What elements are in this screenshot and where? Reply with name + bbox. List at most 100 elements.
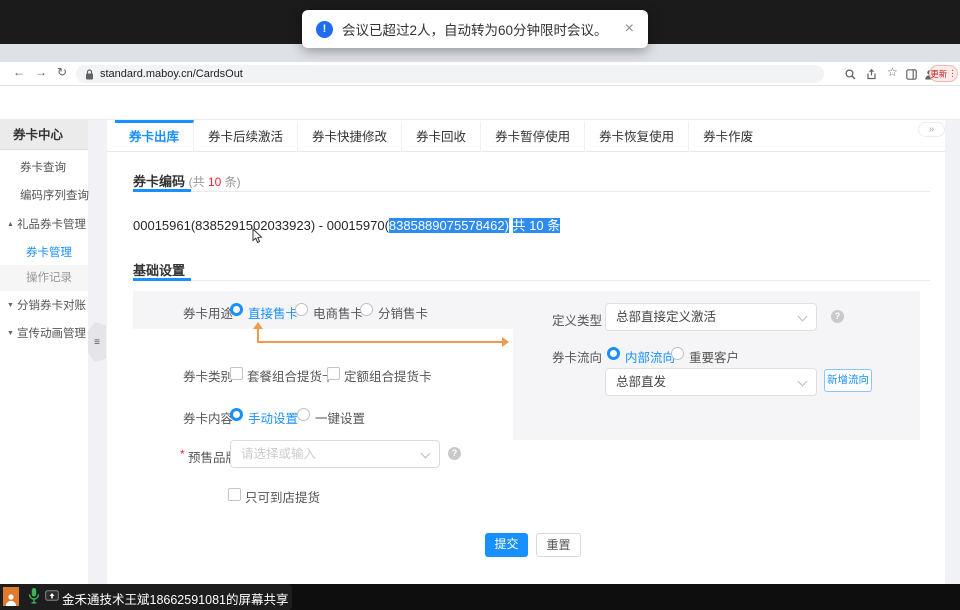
radio-ecommerce-sale[interactable] [295,303,308,316]
sidebar-group-promo-animation[interactable]: ▼ 宣传动画管理 [0,321,88,347]
hamburger-icon: ≡ [94,337,100,348]
define-type-select[interactable]: 总部直接定义激活 [605,303,817,331]
brand-select[interactable]: 请选择或输入 [230,440,440,468]
app-header [0,86,960,120]
checkbox-fixed-combo[interactable] [327,367,340,380]
sidebar-item-code-sequence-query[interactable]: 编码序列查询 [0,183,88,209]
card-code-range[interactable]: 00015961(8385291502033923) - 00015970(83… [133,215,560,234]
chevron-down-icon [798,377,808,387]
checkbox-store-pickup-only[interactable] [228,488,241,501]
chevron-down-icon [798,312,808,322]
bookmark-star-icon[interactable]: ☆ [887,65,898,79]
sidebar-item-card-query[interactable]: 券卡查询 [0,155,88,181]
option-package-combo[interactable]: 套餐组合提货卡 [247,366,335,385]
expand-arrow-icon: ▼ [7,293,14,319]
screen-share-icon [45,590,59,608]
submit-button[interactable]: 提交 [485,533,528,557]
option-internal-flow[interactable]: 内部流向 [625,347,675,366]
radio-direct-sale-selected[interactable] [230,303,243,316]
option-distribution-sale[interactable]: 分销售卡 [378,303,428,322]
toast-message: 会议已超过2人，自动转为60分钟限时会议。 [342,19,608,39]
option-store-pickup-only[interactable]: 只可到店提货 [245,487,320,506]
section-underline [133,278,191,281]
screen: 礼盒营销平台管理中心 × 系统培训学习 × 门店管理中心 × + [0,0,960,610]
side-panel-icon[interactable] [906,67,917,85]
sidebar-title: 券卡中心 [0,120,88,150]
microphone-icon[interactable] [28,587,40,610]
option-key-customer[interactable]: 重要客户 [689,347,739,366]
collapse-arrow-icon: ▲ [7,212,14,238]
add-flow-button[interactable]: 新增流向 [824,369,872,392]
reset-button[interactable]: 重置 [536,533,581,557]
back-icon[interactable]: ← [13,65,25,79]
toast-close-icon[interactable]: × [625,21,634,37]
forward-icon[interactable]: → [35,65,47,79]
radio-internal-flow-selected[interactable] [607,347,620,360]
browser-update-button[interactable]: 更新 ⋮ [929,65,958,82]
option-one-click-setup[interactable]: 一键设置 [315,408,365,427]
selected-count: 共 10 条 [513,218,561,233]
sidebar-collapse-handle[interactable]: ≡ [88,322,106,362]
radio-key-customer[interactable] [671,347,684,360]
info-icon: ! [316,21,333,38]
checkbox-package-combo[interactable] [230,367,243,380]
share-text: 金禾通技术王斌18662591081的屏幕共享 [62,589,288,608]
participant-icon [3,587,19,606]
mouse-cursor [252,228,264,244]
tab-void[interactable]: 券卡作废 [689,120,767,152]
main-panel: 券卡出库 券卡后续激活 券卡快捷修改 券卡回收 券卡暂停使用 券卡恢复使用 券卡… [107,120,945,584]
required-asterisk: * [180,447,185,461]
refresh-icon[interactable]: ↻ [57,65,67,79]
sidebar-group-gift-card-management[interactable]: ▲ 礼品券卡管理 [0,212,88,238]
tab-recycle[interactable]: 券卡回收 [402,120,481,152]
tab-cards-out[interactable]: 券卡出库 [115,120,194,152]
radio-distribution-sale[interactable] [360,303,373,316]
expand-arrow-icon: ▼ [7,321,14,347]
category-label: 券卡类别 [183,366,233,385]
address-bar[interactable]: standard.maboy.cn/CardsOut [76,65,824,83]
help-icon[interactable]: ? [448,447,461,460]
tab-followup-activate[interactable]: 券卡后续激活 [194,120,298,152]
define-type-label: 定义类型 [552,310,602,329]
update-label: 更新 [930,68,947,80]
radio-manual-setup-selected[interactable] [230,408,243,421]
selected-text: 8385889075578462) [389,218,509,233]
sidebar-item-operation-log[interactable]: 操作记录 [0,265,88,291]
zoom-icon[interactable] [845,67,856,85]
flow-select[interactable]: 总部直发 [605,368,817,396]
arrow-up-head [253,322,263,329]
tab-quick-modify[interactable]: 券卡快捷修改 [298,120,402,152]
radio-one-click-setup[interactable] [297,408,310,421]
usage-label: 券卡用途 [183,303,233,322]
expand-button[interactable]: » [918,122,945,137]
lock-icon [85,69,94,80]
tab-suspend[interactable]: 券卡暂停使用 [481,120,585,152]
module-tabs: 券卡出库 券卡后续激活 券卡快捷修改 券卡回收 券卡暂停使用 券卡恢复使用 券卡… [107,120,945,152]
option-fixed-combo[interactable]: 定额组合提货卡 [344,366,432,385]
url-text: standard.maboy.cn/CardsOut [100,68,243,80]
share-icon[interactable] [866,67,877,85]
sidebar-item-card-management-active[interactable]: 券卡管理 [0,240,88,266]
usage-band: 券卡用途 直接售卡 电商售卡 分销售卡 [133,291,513,329]
divider [133,191,930,192]
chevron-down-icon [421,449,431,459]
help-icon[interactable]: ? [831,310,844,323]
section-underline [133,189,191,192]
option-ecommerce-sale[interactable]: 电商售卡 [313,303,363,322]
content-label: 券卡内容 [183,408,233,427]
section-title-card-code: 券卡编码 (共 10 条) [133,171,241,190]
flow-label: 券卡流向 [552,347,602,366]
section-title-basic-settings: 基础设置 [133,260,185,279]
sidebar: 券卡中心 券卡查询 编码序列查询 ▲ 礼品券卡管理 券卡管理 操作记录 ▼ 分销… [0,120,88,584]
arrow-horizontal-line [257,341,503,343]
screen-share-bar: 金禾通技术王斌18662591081的屏幕共享 [0,584,960,610]
tab-resume[interactable]: 券卡恢复使用 [585,120,689,152]
brand-placeholder: 请选择或输入 [241,447,316,461]
meeting-toast: ! 会议已超过2人，自动转为60分钟限时会议。 × [302,10,648,48]
sidebar-group-distribution-reconciliation[interactable]: ▼ 分销券卡对账 [0,293,88,319]
arrow-right-head [502,337,509,347]
option-manual-setup[interactable]: 手动设置 [248,408,298,427]
option-direct-sale[interactable]: 直接售卡 [248,303,298,322]
kebab-dots-icon: ⋮ [948,68,957,79]
code-count: 10 [208,175,221,189]
